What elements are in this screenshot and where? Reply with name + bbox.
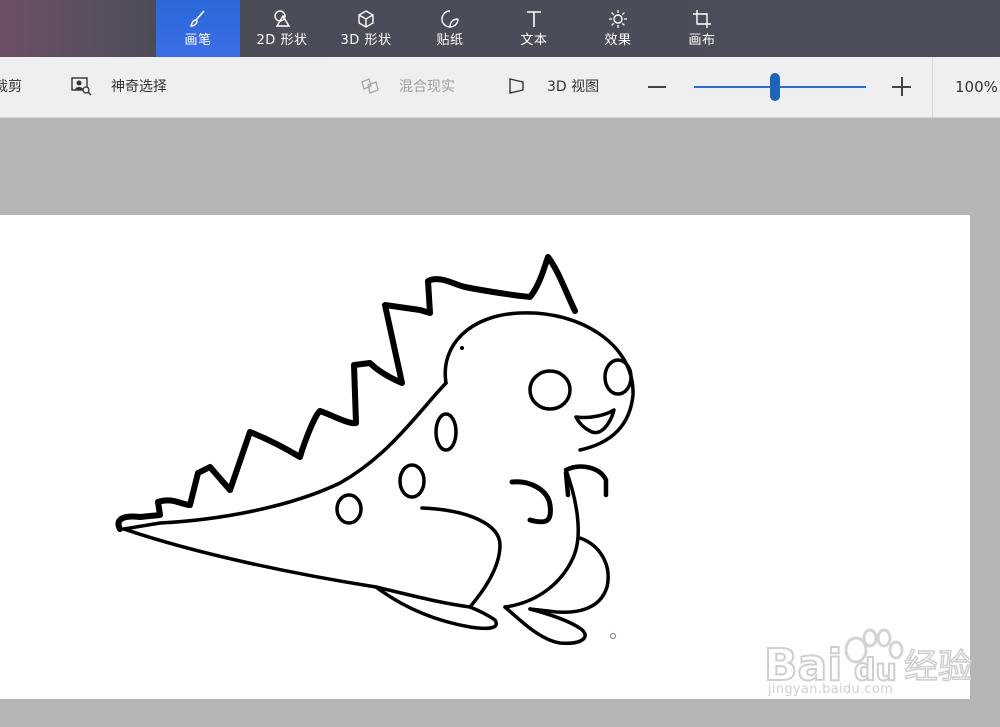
tab-3d-shapes-label: 3D 形状 — [340, 33, 392, 48]
mixed-reality-icon — [361, 78, 379, 94]
crop-button[interactable]: 裁剪 — [0, 78, 22, 96]
sun-icon — [609, 10, 627, 28]
tab-2d-shapes[interactable]: 2D 形状 — [240, 0, 324, 57]
zoom-percentage[interactable]: 100% — [955, 78, 998, 96]
tab-brushes-label: 画笔 — [184, 33, 212, 48]
tab-text[interactable]: 文本 — [492, 0, 576, 57]
view-3d-button[interactable]: 3D 视图 — [547, 78, 599, 96]
zoom-in-icon-vertical[interactable] — [901, 77, 903, 96]
zoom-slider-track[interactable] — [694, 86, 866, 88]
brush-icon — [190, 10, 205, 27]
tab-brushes[interactable]: 画笔 — [156, 0, 240, 57]
text-icon — [527, 11, 541, 27]
tab-stickers[interactable]: 贴纸 — [408, 0, 492, 57]
tab-stickers-label: 贴纸 — [436, 33, 464, 48]
tab-effects[interactable]: 效果 — [576, 0, 660, 57]
watermark-url: jingyan.baidu.com — [768, 682, 894, 697]
top-menu-bar: 画笔 2D 形状 3D 形状 贴纸 文本 效果 画布 — [0, 0, 1000, 57]
tool-options-bar: 裁剪 神奇选择 混合现实 3D 视图 100% — [0, 57, 1000, 118]
tab-3d-shapes[interactable]: 3D 形状 — [324, 0, 408, 57]
watermark-jingyan: 经验 — [904, 647, 972, 687]
tab-effects-label: 效果 — [604, 33, 632, 48]
magic-select-icon[interactable] — [70, 76, 92, 96]
mixed-reality-button: 混合现实 — [399, 79, 455, 95]
topbar-gradient — [0, 0, 160, 57]
cube-icon — [358, 10, 374, 28]
magic-select-button[interactable]: 神奇选择 — [111, 78, 167, 96]
tab-canvas[interactable]: 画布 — [660, 0, 744, 57]
zoom-slider-thumb[interactable] — [769, 73, 780, 101]
tab-2d-shapes-label: 2D 形状 — [256, 33, 308, 48]
tab-text-label: 文本 — [520, 33, 548, 48]
view-3d-icon[interactable] — [507, 76, 529, 96]
zoom-out-icon[interactable] — [648, 86, 666, 88]
toolbar-divider — [932, 57, 933, 117]
tab-canvas-label: 画布 — [688, 33, 716, 48]
canvas-crop-icon — [693, 10, 711, 28]
shapes-2d-icon — [274, 10, 291, 27]
sticker-icon — [441, 10, 459, 28]
